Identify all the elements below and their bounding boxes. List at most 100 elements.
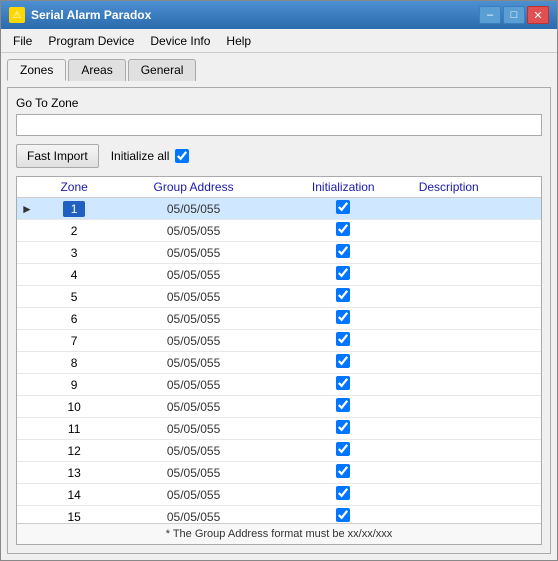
init-checkbox[interactable]	[336, 332, 350, 346]
init-cell[interactable]	[276, 440, 411, 462]
table-row[interactable]: 1305/05/055	[17, 462, 541, 484]
init-checkbox[interactable]	[336, 266, 350, 280]
init-checkbox[interactable]	[336, 420, 350, 434]
table-row[interactable]: 705/05/055	[17, 330, 541, 352]
th-description: Description	[411, 177, 541, 198]
init-cell[interactable]	[276, 484, 411, 506]
table-body: ►105/05/055205/05/055305/05/055405/05/05…	[17, 198, 541, 524]
table-row[interactable]: 1405/05/055	[17, 484, 541, 506]
table-row[interactable]: 1505/05/055	[17, 506, 541, 524]
group-address: 05/05/055	[111, 484, 276, 506]
title-buttons: – □ ✕	[479, 6, 549, 24]
description-cell	[411, 286, 541, 308]
table-row[interactable]: 305/05/055	[17, 242, 541, 264]
tab-areas[interactable]: Areas	[68, 59, 125, 81]
table-row[interactable]: 1205/05/055	[17, 440, 541, 462]
init-checkbox[interactable]	[336, 288, 350, 302]
init-cell[interactable]	[276, 220, 411, 242]
row-indicator	[17, 330, 37, 352]
row-indicator	[17, 352, 37, 374]
group-address: 05/05/055	[111, 198, 276, 220]
init-cell[interactable]	[276, 374, 411, 396]
init-cell[interactable]	[276, 506, 411, 524]
menu-device-info[interactable]: Device Info	[142, 32, 218, 50]
table-wrapper[interactable]: Zone Group Address Initialization Descri…	[17, 177, 541, 523]
init-cell[interactable]	[276, 242, 411, 264]
tab-bar: Zones Areas General	[7, 59, 551, 81]
row-indicator	[17, 308, 37, 330]
group-address: 05/05/055	[111, 220, 276, 242]
description-cell	[411, 462, 541, 484]
init-checkbox[interactable]	[336, 200, 350, 214]
menu-program-device[interactable]: Program Device	[40, 32, 142, 50]
th-initialization: Initialization	[276, 177, 411, 198]
table-row[interactable]: 805/05/055	[17, 352, 541, 374]
table-row[interactable]: 405/05/055	[17, 264, 541, 286]
menu-help[interactable]: Help	[218, 32, 259, 50]
content-area: Zones Areas General Go To Zone Fast Impo…	[1, 53, 557, 560]
menu-bar: File Program Device Device Info Help	[1, 29, 557, 53]
maximize-button[interactable]: □	[503, 6, 525, 24]
init-cell[interactable]	[276, 462, 411, 484]
init-cell[interactable]	[276, 264, 411, 286]
close-button[interactable]: ✕	[527, 6, 549, 24]
th-indicator	[17, 177, 37, 198]
init-checkbox[interactable]	[336, 508, 350, 522]
init-cell[interactable]	[276, 286, 411, 308]
group-address: 05/05/055	[111, 506, 276, 524]
fast-import-button[interactable]: Fast Import	[16, 144, 99, 168]
description-cell	[411, 220, 541, 242]
zone-number: 3	[37, 242, 111, 264]
table-row[interactable]: 205/05/055	[17, 220, 541, 242]
init-checkbox[interactable]	[336, 398, 350, 412]
tab-zones[interactable]: Zones	[7, 59, 66, 81]
table-row[interactable]: 1005/05/055	[17, 396, 541, 418]
init-cell[interactable]	[276, 418, 411, 440]
row-indicator	[17, 418, 37, 440]
row-indicator	[17, 374, 37, 396]
group-address: 05/05/055	[111, 264, 276, 286]
footer-note: * The Group Address format must be xx/xx…	[17, 523, 541, 544]
zone-number: 7	[37, 330, 111, 352]
init-checkbox[interactable]	[336, 244, 350, 258]
init-checkbox[interactable]	[336, 486, 350, 500]
go-to-zone-input[interactable]	[16, 114, 542, 136]
init-cell[interactable]	[276, 198, 411, 220]
init-all-checkbox[interactable]	[175, 149, 189, 163]
tab-general[interactable]: General	[128, 59, 197, 81]
zone-number: 5	[37, 286, 111, 308]
table-row[interactable]: 505/05/055	[17, 286, 541, 308]
init-checkbox[interactable]	[336, 376, 350, 390]
table-row[interactable]: 905/05/055	[17, 374, 541, 396]
init-checkbox[interactable]	[336, 310, 350, 324]
zone-number: 11	[37, 418, 111, 440]
init-cell[interactable]	[276, 352, 411, 374]
menu-file[interactable]: File	[5, 32, 40, 50]
description-cell	[411, 308, 541, 330]
tab-content-zones: Go To Zone Fast Import Initialize all	[7, 87, 551, 554]
init-checkbox[interactable]	[336, 222, 350, 236]
title-bar-left: ⚠ Serial Alarm Paradox	[9, 7, 151, 23]
init-all-label: Initialize all	[111, 149, 170, 163]
init-checkbox[interactable]	[336, 354, 350, 368]
group-address: 05/05/055	[111, 374, 276, 396]
row-indicator	[17, 396, 37, 418]
init-cell[interactable]	[276, 330, 411, 352]
zone-table-container: Zone Group Address Initialization Descri…	[16, 176, 542, 545]
init-cell[interactable]	[276, 396, 411, 418]
minimize-button[interactable]: –	[479, 6, 501, 24]
zone-number: 1	[37, 198, 111, 220]
main-window: ⚠ Serial Alarm Paradox – □ ✕ File Progra…	[0, 0, 558, 561]
row-indicator	[17, 440, 37, 462]
init-cell[interactable]	[276, 308, 411, 330]
th-group-address: Group Address	[111, 177, 276, 198]
init-checkbox[interactable]	[336, 464, 350, 478]
table-row[interactable]: 1105/05/055	[17, 418, 541, 440]
zone-number: 2	[37, 220, 111, 242]
description-cell	[411, 330, 541, 352]
window-title: Serial Alarm Paradox	[31, 8, 151, 22]
init-checkbox[interactable]	[336, 442, 350, 456]
table-row[interactable]: ►105/05/055	[17, 198, 541, 220]
description-cell	[411, 418, 541, 440]
table-row[interactable]: 605/05/055	[17, 308, 541, 330]
